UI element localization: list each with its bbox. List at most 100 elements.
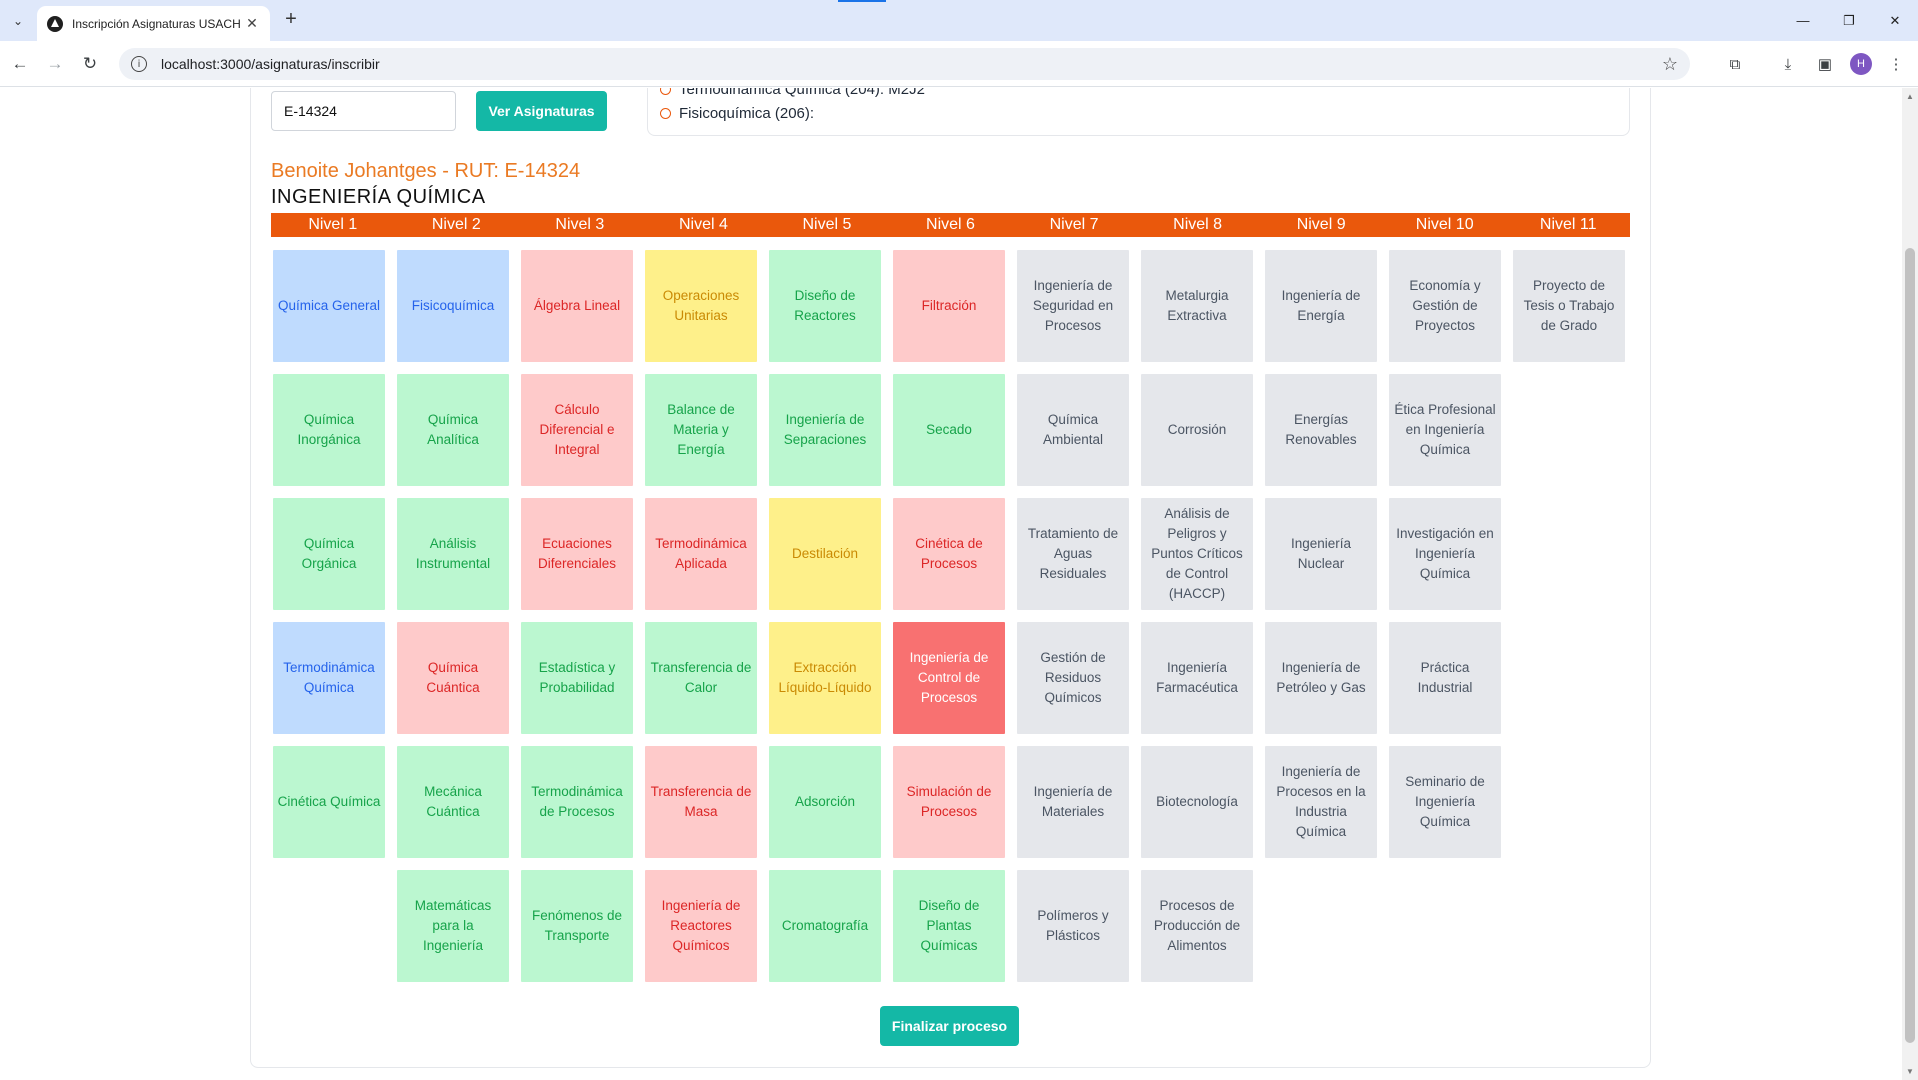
close-window-icon[interactable]: ✕ [1872, 0, 1918, 41]
close-tab-icon[interactable]: ✕ [244, 15, 260, 32]
course-card[interactable]: Ingeniería Nuclear [1265, 498, 1377, 610]
course-card[interactable]: Metalurgia Extractiva [1141, 250, 1253, 362]
course-card[interactable]: Corrosión [1141, 374, 1253, 486]
course-card[interactable]: Biotecnología [1141, 746, 1253, 858]
level-header-2: Nivel 2 [431, 216, 481, 233]
circle-icon [660, 88, 671, 95]
course-card[interactable]: Análisis de Peligros y Puntos Críticos d… [1141, 498, 1253, 610]
course-card[interactable]: Ética Profesional en Ingeniería Química [1389, 374, 1501, 486]
new-tab-icon[interactable]: + [279, 8, 303, 31]
view-courses-button[interactable]: Ver Asignaturas [476, 91, 607, 131]
browser-tab[interactable]: Inscripción Asignaturas USACH ✕ [37, 6, 270, 41]
level-header-7: Nivel 7 [1049, 216, 1099, 233]
finish-process-button[interactable]: Finalizar proceso [880, 1006, 1019, 1046]
course-card[interactable]: Diseño de Reactores [769, 250, 881, 362]
more-menu-icon[interactable]: ⋮ [1884, 52, 1908, 76]
course-card[interactable]: Ingeniería de Reactores Químicos [645, 870, 757, 982]
course-card[interactable]: Operaciones Unitarias [645, 250, 757, 362]
course-card[interactable]: Ingeniería de Energía [1265, 250, 1377, 362]
course-card[interactable]: Filtración [893, 250, 1005, 362]
course-card[interactable]: Matemáticas para la Ingeniería [397, 870, 509, 982]
bookmark-star-icon[interactable]: ☆ [1662, 54, 1678, 75]
level-header-6: Nivel 6 [926, 216, 975, 233]
course-card[interactable]: Cálculo Diferencial e Integral [521, 374, 633, 486]
course-card[interactable]: Economía y Gestión de Proyectos [1389, 250, 1501, 362]
course-card[interactable]: Secado [893, 374, 1005, 486]
level-header-9: Nivel 9 [1296, 216, 1346, 233]
course-card[interactable]: Ecuaciones Diferenciales [521, 498, 633, 610]
course-card[interactable]: Química Orgánica [273, 498, 385, 610]
course-card[interactable]: Ingeniería de Seguridad en Procesos [1017, 250, 1129, 362]
course-card[interactable]: Ingeniería de Separaciones [769, 374, 881, 486]
course-card[interactable]: Destilación [769, 498, 881, 610]
selected-course-item: Termodinámica Química (204): M2J2 [660, 88, 925, 98]
course-card[interactable]: Química Analítica [397, 374, 509, 486]
course-card[interactable]: Diseño de Plantas Químicas [893, 870, 1005, 982]
course-card[interactable]: Análisis Instrumental [397, 498, 509, 610]
course-card[interactable]: Transferencia de Calor [645, 622, 757, 734]
course-card[interactable]: Ingeniería Farmacéutica [1141, 622, 1253, 734]
reload-icon[interactable]: ↻ [78, 52, 102, 76]
forward-arrow-icon[interactable]: → [43, 52, 67, 76]
level-header-8: Nivel 8 [1173, 216, 1223, 233]
course-card[interactable]: Estadística y Probabilidad [521, 622, 633, 734]
scrollbar[interactable]: ▲ ▼ [1902, 88, 1918, 1080]
course-card[interactable]: Fenómenos de Transporte [521, 870, 633, 982]
course-card[interactable]: Proyecto de Tesis o Trabajo de Grado [1513, 250, 1625, 362]
course-card[interactable]: Extracción Líquido-Líquido [769, 622, 881, 734]
course-card[interactable]: Ingeniería de Materiales [1017, 746, 1129, 858]
course-card[interactable]: Termodinámica de Procesos [521, 746, 633, 858]
extensions-icon[interactable]: ⧉ [1723, 52, 1747, 76]
scroll-up-icon[interactable]: ▲ [1906, 92, 1914, 101]
side-panel-icon[interactable]: ▣ [1813, 52, 1837, 76]
course-card[interactable]: Transferencia de Masa [645, 746, 757, 858]
course-card[interactable]: Práctica Industrial [1389, 622, 1501, 734]
course-card[interactable]: Termodinámica Química [273, 622, 385, 734]
course-card[interactable]: Mecánica Cuántica [397, 746, 509, 858]
back-arrow-icon[interactable]: ← [8, 52, 32, 76]
course-card[interactable]: Polímeros y Plásticos [1017, 870, 1129, 982]
course-card[interactable]: Ingeniería de Procesos en la Industria Q… [1265, 746, 1377, 858]
download-icon[interactable]: ⤓ [1776, 52, 1800, 76]
course-card[interactable]: Álgebra Lineal [521, 250, 633, 362]
course-card[interactable]: Ingeniería de Petróleo y Gas [1265, 622, 1377, 734]
courses-grid: Química General Química Inorgánica Química… [271, 248, 1630, 988]
course-card[interactable]: Balance de Materia y Energía [645, 374, 757, 486]
browser-tab-bar: ⌄ Inscripción Asignaturas USACH ✕ + — ❐ … [0, 0, 1918, 41]
course-card[interactable]: Termodinámica Aplicada [645, 498, 757, 610]
browser-toolbar: ← → ↻ i localhost:3000/asignaturas/inscr… [0, 41, 1918, 87]
course-card[interactable]: Adsorción [769, 746, 881, 858]
course-card[interactable]: Tratamiento de Aguas Residuales [1017, 498, 1129, 610]
course-card[interactable]: Química Ambiental [1017, 374, 1129, 486]
course-card[interactable]: Energías Renovables [1265, 374, 1377, 486]
rut-input[interactable]: E-14324 [271, 91, 456, 131]
course-card[interactable]: Investigación en Ingeniería Química [1389, 498, 1501, 610]
course-card[interactable]: Cinética de Procesos [893, 498, 1005, 610]
tab-search-chevron-icon[interactable]: ⌄ [6, 9, 30, 33]
course-card[interactable]: Química General [273, 250, 385, 362]
course-card[interactable]: Gestión de Residuos Químicos [1017, 622, 1129, 734]
course-card[interactable]: Química Inorgánica [273, 374, 385, 486]
course-card[interactable]: Química Cuántica [397, 622, 509, 734]
course-card[interactable]: Procesos de Producción de Alimentos [1141, 870, 1253, 982]
circle-icon [660, 108, 671, 119]
level-header-11: Nivel 11 [1539, 216, 1597, 233]
course-card[interactable]: Ingeniería de Control de Procesos [893, 622, 1005, 734]
career-title: INGENIERÍA QUÍMICA [271, 186, 486, 208]
course-card[interactable]: Cinética Química [273, 746, 385, 858]
profile-avatar[interactable]: H [1850, 53, 1872, 75]
url-text[interactable]: localhost:3000/asignaturas/inscribir [161, 56, 1662, 72]
minimize-icon[interactable]: — [1780, 0, 1826, 41]
course-card[interactable]: Simulación de Procesos [893, 746, 1005, 858]
page-viewport: E-14324 Ver Asignaturas Termodinámica Qu… [0, 88, 1918, 1080]
course-card[interactable]: Seminario de Ingeniería Química [1389, 746, 1501, 858]
student-name: Benoite Johantges - RUT: E-14324 [271, 160, 581, 182]
site-info-icon[interactable]: i [131, 56, 147, 72]
course-card[interactable]: Cromatografía [769, 870, 881, 982]
address-bar[interactable]: i localhost:3000/asignaturas/inscribir ☆ [119, 48, 1690, 80]
course-card[interactable]: Fisicoquímica [397, 250, 509, 362]
scrollbar-thumb[interactable] [1905, 248, 1915, 1043]
tab-title: Inscripción Asignaturas USACH [72, 16, 241, 31]
restore-icon[interactable]: ❐ [1826, 0, 1872, 41]
scroll-down-icon[interactable]: ▼ [1906, 1067, 1914, 1076]
